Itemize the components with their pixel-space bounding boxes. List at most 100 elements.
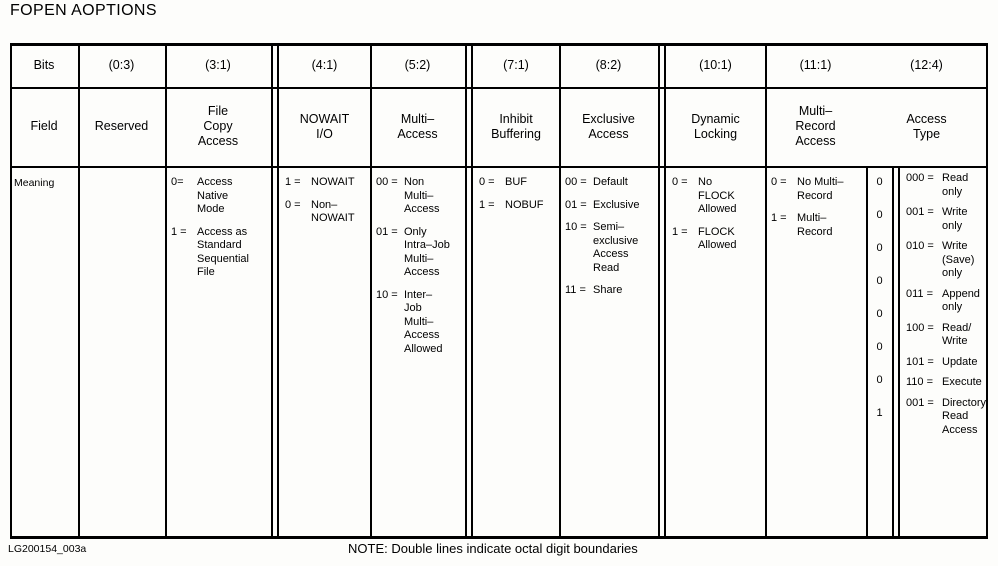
meaning-cell-1: 0= Access Native Mode 1 = Access as Standar… [171,176,267,289]
meaning-value: No FLOCK Allowed [698,176,737,215]
meaning-code: 0= [171,176,184,188]
access-type-value: Update [942,355,978,368]
meaning-entry: 1 = FLOCK Allowed [672,226,761,253]
bits-header-5: (8:2) [595,58,622,72]
access-bit-flag: 0 [876,341,883,353]
meaning-value: NOWAIT [311,176,355,188]
access-type-field-header: Access Type [906,111,947,141]
access-type-code: 100 = [906,321,934,334]
access-type-bits-header: (12:4) [910,58,943,72]
octal-boundary-2 [465,43,473,539]
meaning-entry: 0 = BUF [479,176,555,190]
meaning-value: Non Multi– Access [404,176,440,215]
meaning-code: 1 = [672,225,688,238]
meaning-entry: 1 = NOWAIT [285,176,366,190]
access-type-value: Read only [942,172,969,198]
meaning-entry: 00 = Non Multi– Access [376,176,461,217]
access-type-entry: 000 = Read only [906,172,988,199]
access-type-code: 001 = [906,206,934,218]
meaning-value: Default [593,176,628,188]
meaning-value: Exclusive [593,198,640,211]
aoptions-table: Bits Field Meaning (0:3) Reserved (3:1) Fil… [0,0,998,566]
access-type-value: Write (Save) only [942,240,975,279]
access-type-entry: 101 = Update [906,356,988,370]
meaning-code: 01 = [376,225,398,238]
access-type-value: Read/ Write [942,321,972,348]
meaning-cell-5: 00 = Default 01 = Exclusive 10 = Semi– exclus… [565,176,654,307]
field-header-2: NOWAIT I/O [299,111,350,141]
meaning-value: BUF [505,176,527,188]
access-type-code: 001 = [906,396,934,409]
meaning-value: Non– NOWAIT [311,198,355,225]
meaning-entry: 0 = No Multi– Record [771,176,862,203]
meaning-entry: 11 = Share [565,284,654,298]
field-header-4: Inhibit Buffering [491,111,541,141]
octal-boundary-4 [892,166,900,539]
access-type-code: 010 = [906,240,934,252]
meaning-entry: 1 = Multi– Record [771,212,862,239]
field-header-1: File Copy Access [197,104,239,148]
access-type-entry: 100 = Read/ Write [906,322,988,349]
meaning-entry: 10 = Semi– exclusive Access Read [565,221,654,275]
access-type-entry: 110 = Execute [906,376,988,390]
meaning-entry: 1 = NOBUF [479,199,555,213]
bits-header-1: (3:1) [205,58,231,72]
access-type-value: Append only [942,287,980,314]
access-type-code: 101 = [906,355,934,368]
access-bit-flag: 0 [876,176,883,188]
meaning-cell-7: 0 = No Multi– Record 1 = Multi– Record [771,176,862,248]
access-bit-flag: 1 [876,407,883,419]
meaning-value: Inter– Job Multi– Access Allowed [404,288,443,355]
meaning-value: Only Intra–Job Multi– Access [404,225,450,279]
meaning-entry: 01 = Exclusive [565,199,654,213]
meaning-entry: 0 = Non– NOWAIT [285,199,366,226]
meaning-value: Share [593,284,623,296]
bits-header-2: (4:1) [311,58,338,72]
meaning-entry: 01 = Only Intra–Job Multi– Access [376,226,461,280]
meaning-cell-4: 0 = BUF 1 = NOBUF [479,176,555,221]
meaning-code: 01 = [565,198,587,211]
meaning-code: 00 = [376,176,398,188]
figure-note: NOTE: Double lines indicate octal digit … [348,541,638,556]
meaning-value: Access as Standard Sequential File [197,225,249,279]
meaning-code: 0 = [285,198,301,211]
meaning-code: 1 = [479,198,495,211]
octal-boundary-1 [271,43,279,539]
field-header-6: Dynamic Locking [691,111,740,141]
meaning-code: 0 = [479,176,495,188]
table-bottom-border [10,536,988,539]
access-bit-flag: 0 [876,308,883,320]
bits-header-6: (10:1) [699,58,732,72]
meaning-code: 0 = [672,176,688,188]
access-bit-flag: 0 [876,374,883,386]
field-row-divider [10,166,988,168]
access-type-value: Execute [942,376,982,388]
access-type-entry: 001 = Directory Read Access [906,397,988,438]
access-type-bit-flags: 0 0 0 0 0 0 0 1 [867,176,892,440]
bits-header-3: (5:2) [404,58,431,72]
meaning-value: NOBUF [505,198,544,211]
meaning-entry: 00 = Default [565,176,654,190]
access-type-value: Write only [942,206,968,232]
meaning-value: No Multi– Record [797,176,844,202]
meaning-cell-3: 00 = Non Multi– Access 01 = Only Intra–Job … [376,176,461,365]
meaning-entry: 1 = Access as Standard Sequential File [171,226,267,280]
meaning-code: 10 = [376,288,398,301]
field-header-7: Multi– Record Access [795,104,836,148]
meaning-entry: 0= Access Native Mode [171,176,267,217]
access-type-entry-list: 000 = Read only 001 = Write only 010 = Write … [906,172,988,444]
meaning-value: FLOCK Allowed [698,225,737,252]
figure-id: LG200154_003a [8,543,87,555]
access-type-value: Directory Read Access [942,396,987,436]
row-label-bits: Bits [33,58,55,72]
access-bit-flag: 0 [876,209,883,221]
access-type-entry: 010 = Write (Save) only [906,240,988,281]
meaning-code: 1 = [171,225,187,238]
octal-boundary-3 [658,43,666,539]
access-bit-flag: 0 [876,275,883,287]
row-label-meaning: Meaning [14,177,55,189]
meaning-code: 11 = [565,284,586,296]
access-type-code: 011 = [906,287,934,300]
meaning-entry: 0 = No FLOCK Allowed [672,176,761,217]
meaning-value: Multi– Record [797,212,833,238]
